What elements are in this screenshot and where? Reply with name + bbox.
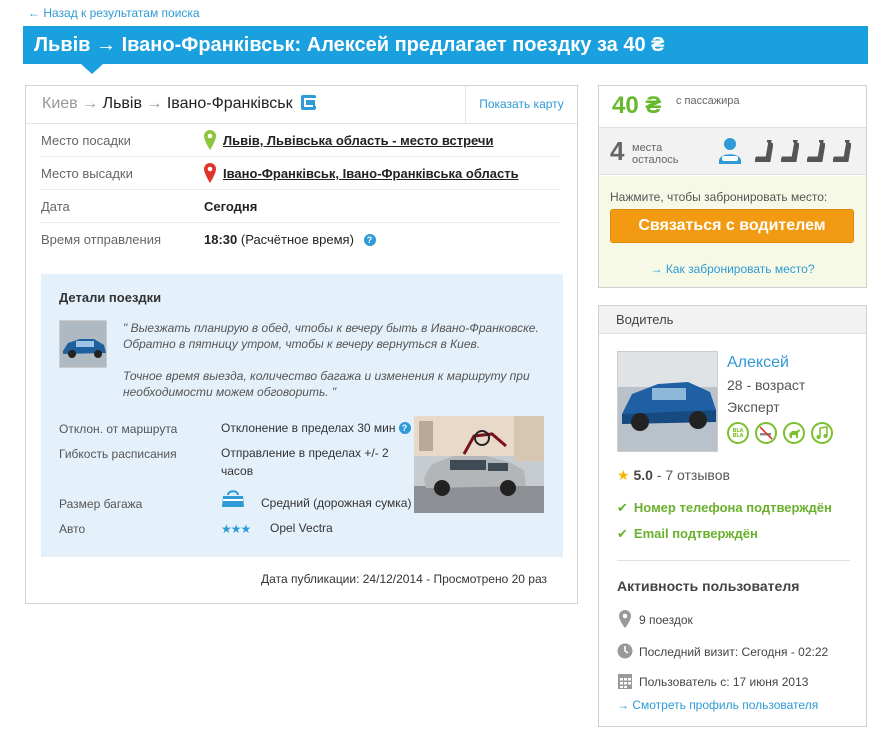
driver-box: Водитель Алексей 28 - возраст Эксперт BL… <box>598 305 867 727</box>
detour-value: Отклонение в пределах 30 мин <box>221 421 396 435</box>
seats-left-label: места осталось <box>632 142 679 166</box>
detour-label: Отклон. от маршрута <box>59 422 178 436</box>
driver-avatar[interactable] <box>617 351 718 452</box>
rating-reviews: - 7 отзывов <box>656 467 730 483</box>
driver-rating[interactable]: ★ 5.0 - 7 отзывов <box>617 467 730 484</box>
trip-details-panel: Киев → Львів → Івано-Франківськ Показать… <box>25 85 578 604</box>
car-comfort-stars: ★★★ <box>221 522 251 536</box>
red-pin-icon <box>204 163 216 183</box>
booking-hint: Нажмите, чтобы забронировать место: <box>610 190 828 204</box>
member-since: Пользователь с: 17 июня 2013 <box>639 675 809 689</box>
dropoff-place-link[interactable]: Івано-Франківськ, Івано-Франківська обла… <box>223 166 519 181</box>
email-verified-text: Email подтверждён <box>633 526 758 541</box>
empty-seat-icon <box>755 140 773 162</box>
email-verified: ✔ Email подтверждён <box>617 526 758 542</box>
route-arrow: → <box>146 95 163 112</box>
title-pointer <box>81 64 103 74</box>
phone-verified-text: Номер телефона подтверждён <box>633 500 832 515</box>
dropoff-row: Место высадки Івано-Франківськ, Івано-Фр… <box>41 157 561 190</box>
publication-info: Дата публикации: 24/12/2014 - Просмотрен… <box>261 572 547 586</box>
time-label: Время отправления <box>41 232 162 247</box>
divider <box>617 560 850 561</box>
trip-details-box: Детали поездки " Выезжать планирую в обе… <box>41 274 563 557</box>
calendar-icon <box>618 674 632 689</box>
phone-verified: ✔ Номер телефона подтверждён <box>617 500 832 516</box>
green-pin-icon <box>204 130 216 150</box>
time-value: 18:30 <box>204 232 238 247</box>
route-breadcrumb: Киев → Львів → Івано-Франківськ <box>42 95 318 113</box>
music-icon <box>811 422 833 444</box>
car-thumbnail <box>59 320 107 368</box>
comment-paragraph: " Выезжать планирую в обед, чтобы к вече… <box>123 321 539 351</box>
empty-seat-icon <box>781 140 799 162</box>
bla-bla-icon: BLA BLA <box>727 422 749 444</box>
check-icon: ✔ <box>617 500 628 515</box>
view-profile-link[interactable]: → Смотреть профиль пользователя <box>617 698 818 712</box>
luggage-value: Средний (дорожная сумка) <box>261 496 412 510</box>
time-row: Время отправления 18:30 (Расчётное время… <box>41 223 561 256</box>
check-icon: ✔ <box>617 526 628 541</box>
date-row: Дата Сегодня <box>41 190 561 223</box>
price-row: 40 ₴ с пассажира <box>599 86 866 128</box>
booking-box: 40 ₴ с пассажира 4 места осталось Нажмит… <box>598 85 867 288</box>
date-value: Сегодня <box>204 199 258 214</box>
location-pin-icon <box>619 610 631 628</box>
price-value: 40 ₴ <box>612 92 662 119</box>
contact-driver-button[interactable]: Связаться с водителем <box>610 209 854 243</box>
booking-actions: Нажмите, чтобы забронировать место: Связ… <box>599 176 866 287</box>
help-icon[interactable]: ? <box>398 422 411 434</box>
activity-title: Активность пользователя <box>617 578 800 594</box>
route-arrow: → <box>82 95 99 112</box>
driver-age: 28 - возраст <box>727 377 806 393</box>
driver-level: Эксперт <box>727 399 780 415</box>
price-unit: с пассажира <box>676 95 740 107</box>
time-value-group: 18:30 (Расчётное время) ? <box>204 232 376 247</box>
driver-seat-icon <box>719 138 741 164</box>
seats-left-count: 4 <box>610 136 625 166</box>
clock-icon <box>617 643 633 659</box>
driver-section-title: Водитель <box>599 306 866 334</box>
route-city-via: Львів <box>102 95 142 112</box>
pickup-row: Место посадки Львів, Львівська область -… <box>41 124 561 157</box>
luggage-label: Размер багажа <box>59 497 143 511</box>
page-title: Львів → Івано-Франківськ: Алексей предла… <box>23 26 868 64</box>
comment-paragraph: Точное время выезда, количество багажа и… <box>123 369 530 399</box>
how-to-book-link[interactable]: → Как забронировать место? <box>599 262 866 276</box>
empty-seat-icon <box>807 140 825 162</box>
rating-value: 5.0 <box>633 467 653 483</box>
time-note: (Расчётное время) <box>240 232 354 247</box>
luggage-icon <box>222 490 244 507</box>
detour-value-group: Отклонение в пределах 30 мин? <box>221 419 411 437</box>
route-city-from: Киев <box>42 95 78 112</box>
no-smoking-icon <box>755 422 777 444</box>
dropoff-label: Место высадки <box>41 166 133 181</box>
car-label: Авто <box>59 522 86 536</box>
empty-seat-icon <box>833 140 851 162</box>
pickup-label: Место посадки <box>41 133 131 148</box>
show-map-button[interactable]: Показать карту <box>465 86 577 123</box>
route-city-to: Івано-Франківськ <box>166 95 293 112</box>
pets-icon <box>783 422 805 444</box>
flex-value: Отправление в пределах +/- 2 часов <box>221 446 389 478</box>
help-icon[interactable]: ? <box>363 234 376 246</box>
driver-name-link[interactable]: Алексей <box>727 354 789 372</box>
bla-text: BLA <box>733 433 744 439</box>
back-to-results-link[interactable]: ← Назад к результатам поиска <box>28 6 200 20</box>
date-label: Дата <box>41 199 70 214</box>
star-icon: ★ <box>617 467 630 483</box>
route-header: Киев → Львів → Івано-Франківськ Показать… <box>26 86 577 124</box>
pickup-place-link[interactable]: Львів, Львівська область - место встречи <box>223 133 493 148</box>
seats-row: 4 места осталось <box>599 128 866 175</box>
trips-count: 9 поездок <box>639 613 693 627</box>
flex-label: Гибкость расписания <box>59 447 177 461</box>
last-visit: Последний визит: Сегодня - 02:22 <box>639 645 829 659</box>
driver-comment: " Выезжать планирую в обед, чтобы к вече… <box>123 320 543 416</box>
details-title: Детали поездки <box>59 290 162 305</box>
car-photo[interactable] <box>414 416 544 513</box>
car-model: Opel Vectra <box>270 521 333 535</box>
highway-icon <box>301 95 318 110</box>
